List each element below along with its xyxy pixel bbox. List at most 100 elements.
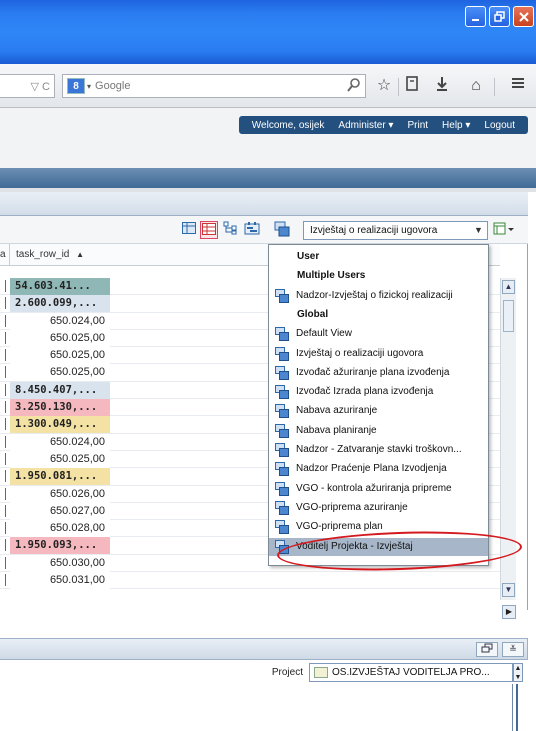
- column-header-a[interactable]: a: [0, 249, 8, 260]
- project-select[interactable]: OS.IZVJEŠTAJ VODITELJA PRO...: [309, 663, 513, 682]
- search-engine-icon[interactable]: 8: [67, 78, 85, 94]
- cell-task-row-id[interactable]: 650.025,00: [10, 329, 110, 347]
- cell-task-row-id[interactable]: 650.030,00: [10, 554, 110, 572]
- cell-task-row-id[interactable]: 650.025,00: [10, 347, 110, 365]
- minimize-icon: [471, 18, 479, 21]
- row-marker: [0, 556, 6, 569]
- downloads-icon[interactable]: [432, 76, 452, 96]
- dropdown-item[interactable]: Nabava planiranje: [269, 422, 488, 440]
- scroll-down-icon[interactable]: ▼: [502, 583, 515, 597]
- row-marker: [0, 349, 6, 362]
- cell-task-row-id[interactable]: 650.027,00: [10, 502, 110, 520]
- bookmarks-menu-icon[interactable]: [402, 76, 422, 96]
- project-label: Project: [271, 667, 303, 678]
- cell-task-row-id[interactable]: 650.025,00: [10, 450, 110, 468]
- logout-link[interactable]: Logout: [477, 120, 522, 131]
- layout-options-icon[interactable]: [493, 222, 519, 239]
- row-marker: [0, 470, 6, 483]
- search-engine-dropdown-icon[interactable]: ▾: [87, 82, 91, 91]
- dropdown-section-header: Multiple Users: [269, 267, 488, 285]
- view-icon: [275, 288, 289, 303]
- dropdown-item[interactable]: Nadzor - Zatvaranje stavki troškovn...: [269, 441, 488, 459]
- cell-task-row-id[interactable]: 54.603.41...: [10, 278, 110, 295]
- grid-toolbar: Izvještaj o realizaciji ugovora ▼: [0, 216, 528, 244]
- row-marker: [0, 280, 6, 292]
- dropdown-item[interactable]: VGO-priprema azuriranje: [269, 499, 488, 517]
- cell-task-row-id[interactable]: 1.300.049,...: [10, 416, 110, 434]
- view-icon: [275, 423, 289, 438]
- cell-task-row-id[interactable]: 2.600.099,...: [10, 295, 110, 313]
- dropdown-item-label: Multiple Users: [297, 270, 366, 282]
- dropdown-item-label: Nadzor-Izvještaj o fizickoj realizaciji: [296, 289, 453, 301]
- scroll-up-icon[interactable]: ▲: [502, 280, 515, 294]
- restore-panel-button[interactable]: [476, 642, 498, 657]
- dropdown-item[interactable]: Izvođač ažuriranje plana izvođenja: [269, 364, 488, 382]
- column-header-task-row-id[interactable]: task_row_id ▲: [16, 249, 84, 260]
- dropdown-item-label: Izvještaj o realizaciji ugovora: [296, 347, 424, 359]
- dropdown-item[interactable]: Nadzor Praćenje Plana Izvodjenja: [269, 460, 488, 478]
- minimize-button[interactable]: [465, 6, 486, 27]
- menu-hamburger-icon[interactable]: [508, 76, 528, 96]
- table-view-icon[interactable]: [200, 221, 218, 239]
- view-select[interactable]: Izvještaj o realizaciji ugovora ▼: [303, 221, 488, 240]
- row-marker: [0, 401, 6, 414]
- row-marker: [0, 297, 6, 310]
- search-magnifier-icon[interactable]: [345, 78, 363, 96]
- print-link[interactable]: Print: [400, 120, 435, 131]
- sort-ascending-icon: ▲: [76, 250, 85, 259]
- row-marker: [0, 487, 6, 500]
- view-select-value: Izvještaj o realizaciji ugovora: [310, 225, 438, 236]
- view-icon: [275, 481, 289, 496]
- close-icon: [518, 11, 529, 22]
- cell-task-row-id[interactable]: 1.950.093,...: [10, 537, 110, 555]
- collapse-panel-button[interactable]: ≚: [502, 642, 524, 657]
- search-bar[interactable]: 8 ▾ Google: [62, 74, 366, 98]
- help-menu[interactable]: Help ▾: [435, 120, 477, 131]
- hierarchy-icon[interactable]: [221, 221, 239, 239]
- view-icon: [275, 462, 289, 477]
- column-resizer[interactable]: [9, 244, 10, 266]
- cell-task-row-id[interactable]: 650.025,00: [10, 364, 110, 382]
- url-reload-controls[interactable]: ▽ C: [31, 80, 50, 93]
- dropdown-item-label: Nabava azuriranje: [296, 405, 378, 417]
- cell-task-row-id[interactable]: 650.026,00: [10, 485, 110, 503]
- row-marker: [0, 366, 6, 379]
- dropdown-item[interactable]: Izvještaj o realizaciji ugovora: [269, 345, 488, 363]
- project-row: Project OS.IZVJEŠTAJ VODITELJA PRO... ▲ ▼: [0, 660, 528, 684]
- project-spinner[interactable]: ▲ ▼: [513, 663, 523, 682]
- row-marker: [0, 418, 6, 431]
- gantt-icon[interactable]: [243, 221, 261, 239]
- url-bar[interactable]: ▽ C: [0, 74, 55, 98]
- panel-divider-right: [516, 684, 518, 731]
- scroll-thumb[interactable]: [503, 300, 514, 332]
- row-marker: [0, 331, 6, 344]
- dropdown-item-label: Izvođač ažuriranje plana izvođenja: [296, 366, 450, 378]
- grid-view-icon[interactable]: [180, 221, 198, 239]
- dropdown-item[interactable]: Izvođač Izrada plana izvođenja: [269, 383, 488, 401]
- row-marker: [0, 504, 6, 517]
- close-window-button[interactable]: [513, 6, 534, 27]
- cell-task-row-id[interactable]: 650.031,00: [10, 572, 110, 590]
- administer-menu[interactable]: Administer ▾: [331, 120, 400, 131]
- dropdown-item[interactable]: Nadzor-Izvještaj o fizickoj realizaciji: [269, 287, 488, 305]
- cell-task-row-id[interactable]: 8.450.407,...: [10, 381, 110, 399]
- dropdown-item[interactable]: Nabava azuriranje: [269, 402, 488, 420]
- dropdown-item-label: User: [297, 251, 320, 262]
- dropdown-item[interactable]: Default View: [269, 325, 488, 343]
- home-icon[interactable]: ⌂: [466, 76, 486, 96]
- cell-task-row-id[interactable]: 650.024,00: [10, 312, 110, 330]
- cell-task-row-id[interactable]: 650.028,00: [10, 520, 110, 538]
- cell-task-row-id[interactable]: 3.250.130,...: [10, 399, 110, 417]
- bookmark-star-icon[interactable]: ☆: [374, 76, 394, 96]
- chevron-down-icon[interactable]: ▼: [472, 224, 485, 237]
- cell-task-row-id[interactable]: 650.024,00: [10, 433, 110, 451]
- dropdown-item[interactable]: VGO - kontrola ažuriranja pripreme: [269, 480, 488, 498]
- dropdown-item-label: VGO-priprema azuriranje: [296, 501, 408, 513]
- dropdown-item-label: Nadzor Praćenje Plana Izvodjenja: [296, 463, 447, 475]
- restore-button[interactable]: [489, 6, 510, 27]
- scroll-right-icon[interactable]: ▶: [502, 605, 516, 619]
- table-row[interactable]: 650.031,00: [0, 572, 500, 590]
- search-placeholder: Google: [95, 80, 131, 92]
- row-marker: [0, 435, 6, 448]
- cell-task-row-id[interactable]: 1.950.081,...: [10, 468, 110, 486]
